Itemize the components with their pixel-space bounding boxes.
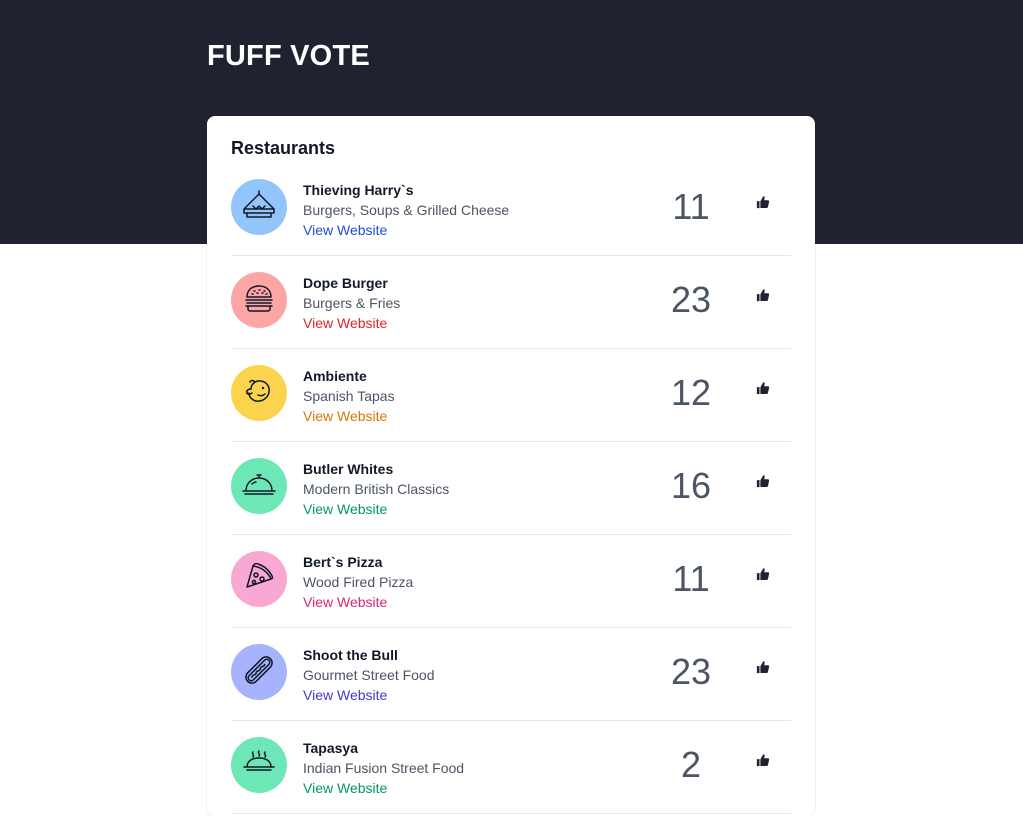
restaurant-cuisine: Burgers & Fries xyxy=(303,295,401,311)
upvote-button[interactable] xyxy=(749,561,777,589)
restaurant-avatar xyxy=(231,551,287,607)
vote-count: 11 xyxy=(672,186,710,227)
hot-dish-icon xyxy=(239,743,279,788)
hotdog-icon xyxy=(239,650,279,695)
view-website-link[interactable]: View Website xyxy=(303,594,387,610)
restaurant-name: Shoot the Bull xyxy=(303,647,398,663)
restaurant-cuisine: Burgers, Soups & Grilled Cheese xyxy=(303,202,510,218)
restaurant-name: Dope Burger xyxy=(303,275,388,291)
restaurant-row: Tapasya Indian Fusion Street Food View W… xyxy=(231,721,791,814)
view-website-link[interactable]: View Website xyxy=(303,315,387,331)
restaurant-name: Thieving Harry`s xyxy=(303,182,414,198)
thumbs-up-icon xyxy=(756,567,770,584)
restaurant-avatar xyxy=(231,644,287,700)
restaurant-name: Butler Whites xyxy=(303,461,394,477)
restaurant-avatar xyxy=(231,458,287,514)
restaurant-row: Dope Burger Burgers & Fries View Website… xyxy=(231,256,791,349)
restaurant-cuisine: Indian Fusion Street Food xyxy=(303,760,465,776)
restaurant-row: Bert`s Pizza Wood Fired Pizza View Websi… xyxy=(231,535,791,628)
app-title: FUFF VOTE xyxy=(207,40,370,72)
upvote-button[interactable] xyxy=(749,282,777,310)
upvote-button[interactable] xyxy=(749,747,777,775)
restaurants-card: Restaurants Thieving Harry`s Burgers, So… xyxy=(207,116,815,816)
vote-count: 11 xyxy=(672,558,710,599)
cloche-icon xyxy=(239,464,279,509)
view-website-link[interactable]: View Website xyxy=(303,408,387,424)
thumbs-up-icon xyxy=(756,195,770,212)
restaurant-cuisine: Gourmet Street Food xyxy=(303,667,435,683)
thumbs-up-icon xyxy=(756,753,770,770)
view-website-link[interactable]: View Website xyxy=(303,222,387,238)
upvote-button[interactable] xyxy=(749,189,777,217)
view-website-link[interactable]: View Website xyxy=(303,501,387,517)
vote-count: 23 xyxy=(670,651,712,692)
restaurant-cuisine: Spanish Tapas xyxy=(303,388,395,404)
view-website-link[interactable]: View Website xyxy=(303,687,387,703)
vote-count: 16 xyxy=(670,465,712,506)
restaurant-cuisine: Wood Fired Pizza xyxy=(303,574,414,590)
restaurant-avatar xyxy=(231,737,287,793)
restaurant-avatar xyxy=(231,179,287,235)
upvote-button[interactable] xyxy=(749,468,777,496)
restaurant-avatar xyxy=(231,365,287,421)
sandwich-icon xyxy=(239,185,279,230)
restaurant-row: Thieving Harry`s Burgers, Soups & Grille… xyxy=(231,163,791,256)
view-website-link[interactable]: View Website xyxy=(303,780,387,796)
pizza-icon xyxy=(239,557,279,602)
thumbs-up-icon xyxy=(756,288,770,305)
upvote-button[interactable] xyxy=(749,375,777,403)
vote-count: 23 xyxy=(670,279,712,320)
vote-count: 12 xyxy=(670,372,712,413)
restaurant-name: Tapasya xyxy=(303,740,358,756)
thumbs-up-icon xyxy=(756,660,770,677)
restaurant-cuisine: Modern British Classics xyxy=(303,481,450,497)
card-title: Restaurants xyxy=(231,138,336,158)
restaurant-name: Ambiente xyxy=(303,368,367,384)
vote-count: 2 xyxy=(680,744,702,785)
thumbs-up-icon xyxy=(756,381,770,398)
restaurant-row: Ambiente Spanish Tapas View Website 12 xyxy=(231,349,791,442)
thumbs-up-icon xyxy=(756,474,770,491)
burger-icon xyxy=(239,278,279,323)
restaurant-avatar xyxy=(231,272,287,328)
upvote-button[interactable] xyxy=(749,654,777,682)
chicken-icon xyxy=(239,371,279,416)
restaurant-row: Shoot the Bull Gourmet Street Food View … xyxy=(231,628,791,721)
restaurant-name: Bert`s Pizza xyxy=(303,554,383,570)
restaurant-row: Butler Whites Modern British Classics Vi… xyxy=(231,442,791,535)
restaurant-list: Thieving Harry`s Burgers, Soups & Grille… xyxy=(231,163,791,814)
